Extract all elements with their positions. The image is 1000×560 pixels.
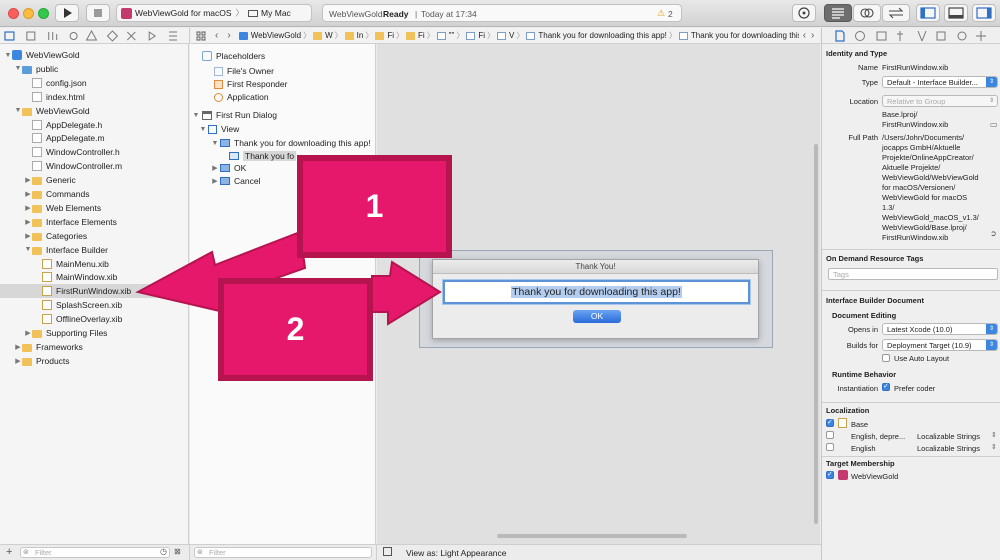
popup-chevron-icon: ⇕ — [986, 96, 997, 106]
identity-inspector-icon — [876, 31, 887, 41]
view-as-label[interactable]: View as: Light Appearance — [406, 548, 507, 558]
scm-filter-icon[interactable]: ⊠ — [174, 547, 181, 556]
recent-files-icon[interactable]: ◷ — [160, 547, 167, 556]
name-value[interactable]: FirstRunWindow.xib — [882, 63, 948, 72]
tags-input[interactable]: Tags — [828, 268, 998, 280]
doc-editing-label: Document Editing — [832, 311, 897, 320]
auto-layout-checkbox[interactable] — [882, 354, 890, 362]
name-label: Name — [857, 63, 878, 72]
size-inspector-icon — [917, 30, 927, 42]
auto-layout-label: Use Auto Layout — [894, 354, 950, 363]
loc-english-dep-checkbox[interactable] — [826, 431, 834, 439]
popup-chevron-icon: ⇕ — [986, 340, 997, 350]
filter-icon: ⊜ — [23, 549, 29, 556]
target-checkbox[interactable] — [826, 470, 834, 479]
file-inspector: Identity and Type Name FirstRunWindow.xi… — [821, 28, 1000, 560]
target-header: Target Membership — [826, 459, 895, 468]
popup-chevron-icon: ⇕ — [986, 324, 997, 334]
loc-english-dep-type[interactable]: Localizable Strings — [917, 432, 980, 441]
prefer-coder-checkbox[interactable] — [882, 382, 890, 391]
popup-chevron-icon[interactable]: ⇕ — [991, 431, 997, 439]
outline-filter-input[interactable]: Filter — [194, 547, 372, 558]
builds-for-popup[interactable]: Deployment Target (10.9) ⇕ — [882, 339, 998, 351]
opens-in-label: Opens in — [847, 325, 878, 334]
location-label: Location — [849, 97, 878, 106]
attributes-inspector-icon — [897, 31, 903, 41]
location-popup[interactable]: Relative to Group ⇕ — [882, 95, 998, 107]
navigator-filter-bar: + Filter ⊜ ◷ ⊠ — [0, 544, 190, 560]
callout-1: 1 — [297, 155, 452, 258]
outline-filter-bar: Filter ⊜ — [190, 544, 377, 560]
reveal-folder-icon[interactable]: ▭ — [990, 120, 998, 129]
popup-chevron-icon[interactable]: ⇕ — [991, 443, 997, 451]
localization-header: Localization — [826, 406, 870, 415]
inspector-tab-bar — [822, 28, 1000, 44]
fullpath-value: /Users/John/Documents/ jocapps GmbH/Aktu… — [882, 133, 979, 242]
arrow-2-to-canvas — [371, 260, 442, 326]
type-popup[interactable]: Default - Interface Builder... ⇕ — [882, 76, 998, 88]
xib-file-icon — [838, 418, 847, 428]
type-label: Type — [861, 78, 878, 87]
inspector-selector-icons — [835, 30, 986, 42]
loc-english-label: English — [851, 444, 876, 453]
bindings-inspector-icon — [957, 31, 967, 41]
loc-english-dep-label: English, depre... — [851, 432, 906, 441]
popup-chevron-icon: ⇕ — [986, 77, 997, 87]
opens-in-popup[interactable]: Latest Xcode (10.0) ⇕ — [882, 323, 998, 335]
callout-2: 2 — [218, 278, 373, 381]
fullpath-label: Full Path — [848, 133, 878, 142]
identity-header: Identity and Type — [826, 49, 888, 58]
reveal-in-finder-icon[interactable]: ➲ — [990, 229, 997, 238]
runtime-behavior-label: Runtime Behavior — [832, 370, 897, 379]
ondemand-header: On Demand Resource Tags — [826, 254, 924, 263]
canvas-bottom-bar: View as: Light Appearance — [377, 544, 821, 560]
target-name: WebViewGold — [851, 472, 899, 481]
builds-for-label: Builds for — [846, 341, 878, 350]
location-path: Base.lproj/ FirstRunWindow.xib — [882, 110, 949, 129]
ibdoc-header: Interface Builder Document — [826, 296, 924, 305]
navigator-filter-input[interactable]: Filter — [20, 547, 170, 558]
loc-base-checkbox[interactable] — [826, 418, 834, 427]
loc-base-label: Base — [851, 420, 869, 429]
instantiation-label: Instantiation — [837, 384, 878, 393]
prefer-coder-label: Prefer coder — [894, 384, 936, 393]
filter-icon: ⊜ — [197, 549, 203, 556]
file-inspector-icon — [835, 30, 845, 42]
loc-english-type[interactable]: Localizable Strings — [917, 444, 980, 453]
effects-inspector-icon — [976, 31, 986, 41]
app-target-icon — [838, 470, 848, 480]
loc-english-checkbox[interactable] — [826, 443, 834, 451]
outline-toggle-icon[interactable] — [383, 547, 392, 556]
help-inspector-icon — [855, 31, 865, 41]
connections-inspector-icon — [936, 31, 946, 41]
add-icon[interactable]: + — [6, 546, 12, 558]
